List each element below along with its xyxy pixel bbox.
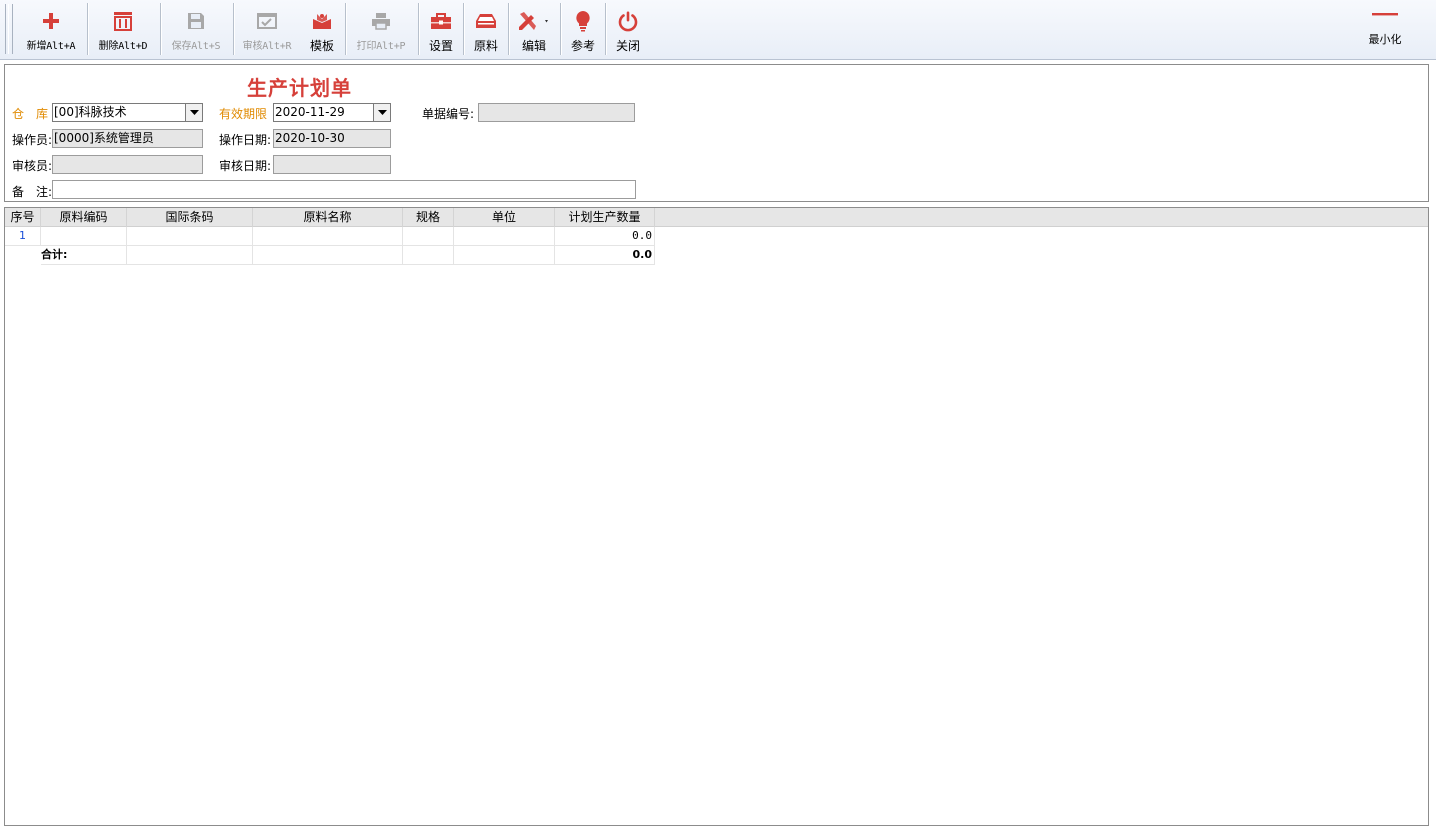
approve-button[interactable]: 审核Alt+R xyxy=(236,2,298,56)
page-title: 生产计划单 xyxy=(247,76,352,100)
valid-until-date-picker[interactable]: 2020-11-29 xyxy=(273,103,391,122)
column-header-seq[interactable]: 序号 xyxy=(5,208,41,227)
approve-icon xyxy=(254,8,280,34)
auditor-field xyxy=(52,155,203,174)
settings-button-label: 设置 xyxy=(428,39,453,53)
op-date-field: 2020-10-30 xyxy=(273,129,391,148)
cell-seq: 1 xyxy=(5,227,41,246)
edit-button-label: 编辑 xyxy=(521,39,546,53)
template-icon xyxy=(309,8,335,34)
column-header-planned-qty[interactable]: 计划生产数量 xyxy=(555,208,655,227)
total-cell-blank xyxy=(253,246,403,265)
column-header-unit[interactable]: 单位 xyxy=(454,208,555,227)
total-cell-blank xyxy=(127,246,253,265)
valid-until-label: 有效期限 xyxy=(219,107,268,121)
total-cell-blank xyxy=(454,246,555,265)
remark-input[interactable] xyxy=(52,180,636,199)
toolbar-separator xyxy=(605,3,606,55)
material-grid: 序号 原料编码 国际条码 原料名称 规格 单位 计划生产数量 1 0.0 合计:… xyxy=(4,207,1429,826)
chevron-down-icon xyxy=(189,110,199,115)
save-icon xyxy=(183,8,209,34)
settings-button[interactable]: 设置 xyxy=(421,2,461,56)
close-button[interactable]: 关闭 xyxy=(608,2,648,56)
column-header-material-code[interactable]: 原料编码 xyxy=(41,208,127,227)
toolbar-separator xyxy=(463,3,464,55)
cell-unit[interactable] xyxy=(454,227,555,246)
total-cell-blank xyxy=(403,246,454,265)
save-button[interactable]: 保存Alt+S xyxy=(163,2,229,56)
warehouse-label: 仓 库 xyxy=(12,107,49,121)
total-cell-blank xyxy=(5,246,41,265)
print-button[interactable]: 打印Alt+P xyxy=(348,2,414,56)
cell-material-code[interactable] xyxy=(41,227,127,246)
column-header-spec[interactable]: 规格 xyxy=(403,208,454,227)
total-planned-qty: 0.0 xyxy=(555,246,655,265)
approve-button-label: 审核Alt+R xyxy=(242,41,292,52)
minimize-icon xyxy=(1372,10,1398,28)
table-row[interactable]: 1 0.0 xyxy=(5,227,655,246)
new-button[interactable]: 新增Alt+A xyxy=(18,2,84,56)
trash-icon xyxy=(110,8,136,34)
doc-no-label: 单据编号: xyxy=(422,107,475,121)
audit-date-label: 审核日期: xyxy=(219,159,272,173)
bulb-icon xyxy=(570,8,596,34)
toolbar-separator xyxy=(345,3,346,55)
operator-field: [0000]系统管理员 xyxy=(52,129,203,148)
toolbar-separator xyxy=(560,3,561,55)
document-header-panel: 生产计划单 仓 库 [00]科脉技术 有效期限 2020-11-29 单据编号:… xyxy=(4,64,1429,202)
audit-date-field xyxy=(273,155,391,174)
auditor-label: 审核员: xyxy=(12,159,53,173)
grid-header: 序号 原料编码 国际条码 原料名称 规格 单位 计划生产数量 xyxy=(5,208,1428,227)
minimize-button[interactable]: 最小化 xyxy=(1360,2,1410,56)
delete-button-label: 删除Alt+D xyxy=(98,41,148,52)
cell-barcode[interactable] xyxy=(127,227,253,246)
op-date-label: 操作日期: xyxy=(219,133,272,147)
edit-button[interactable]: 编辑 xyxy=(511,2,557,56)
toolbox-icon xyxy=(428,8,454,34)
cell-material-name[interactable] xyxy=(253,227,403,246)
valid-until-value: 2020-11-29 xyxy=(275,105,345,119)
new-button-label: 新增Alt+A xyxy=(26,41,76,52)
edit-tools-icon xyxy=(516,8,552,34)
delete-button[interactable]: 删除Alt+D xyxy=(90,2,156,56)
toolbar-separator xyxy=(233,3,234,55)
printer-icon xyxy=(368,8,394,34)
toolbar-separator xyxy=(87,3,88,55)
material-button-label: 原料 xyxy=(473,39,498,53)
total-row: 合计: 0.0 xyxy=(5,246,655,265)
print-button-label: 打印Alt+P xyxy=(356,41,406,52)
minimize-label: 最小化 xyxy=(1368,33,1402,46)
toolbar-separator xyxy=(160,3,161,55)
power-icon xyxy=(615,8,641,34)
toolbar-grip-line xyxy=(12,4,14,54)
reference-button[interactable]: 参考 xyxy=(563,2,603,56)
tray-icon xyxy=(473,8,499,34)
cell-spec[interactable] xyxy=(403,227,454,246)
warehouse-dropdown-button[interactable] xyxy=(185,104,202,121)
reference-button-label: 参考 xyxy=(570,39,595,53)
save-button-label: 保存Alt+S xyxy=(171,41,221,52)
column-header-barcode[interactable]: 国际条码 xyxy=(127,208,253,227)
column-header-material-name[interactable]: 原料名称 xyxy=(253,208,403,227)
toolbar-grip[interactable] xyxy=(5,4,9,54)
doc-no-field xyxy=(478,103,635,122)
plus-icon xyxy=(38,8,64,34)
valid-until-dropdown-button[interactable] xyxy=(373,104,390,121)
warehouse-select[interactable]: [00]科脉技术 xyxy=(52,103,203,122)
toolbar: 新增Alt+A 删除Alt+D 保存Alt+S 审核Alt+R 模板 打印Alt… xyxy=(0,0,1436,60)
cell-planned-qty[interactable]: 0.0 xyxy=(555,227,655,246)
chevron-down-icon xyxy=(377,110,387,115)
material-button[interactable]: 原料 xyxy=(466,2,506,56)
template-button[interactable]: 模板 xyxy=(302,2,342,56)
remark-label: 备 注: xyxy=(12,185,53,199)
template-button-label: 模板 xyxy=(309,39,334,53)
toolbar-separator xyxy=(508,3,509,55)
operator-label: 操作员: xyxy=(12,133,53,147)
close-button-label: 关闭 xyxy=(615,39,640,53)
total-label: 合计: xyxy=(41,246,127,265)
warehouse-value: [00]科脉技术 xyxy=(54,105,127,119)
toolbar-separator xyxy=(418,3,419,55)
